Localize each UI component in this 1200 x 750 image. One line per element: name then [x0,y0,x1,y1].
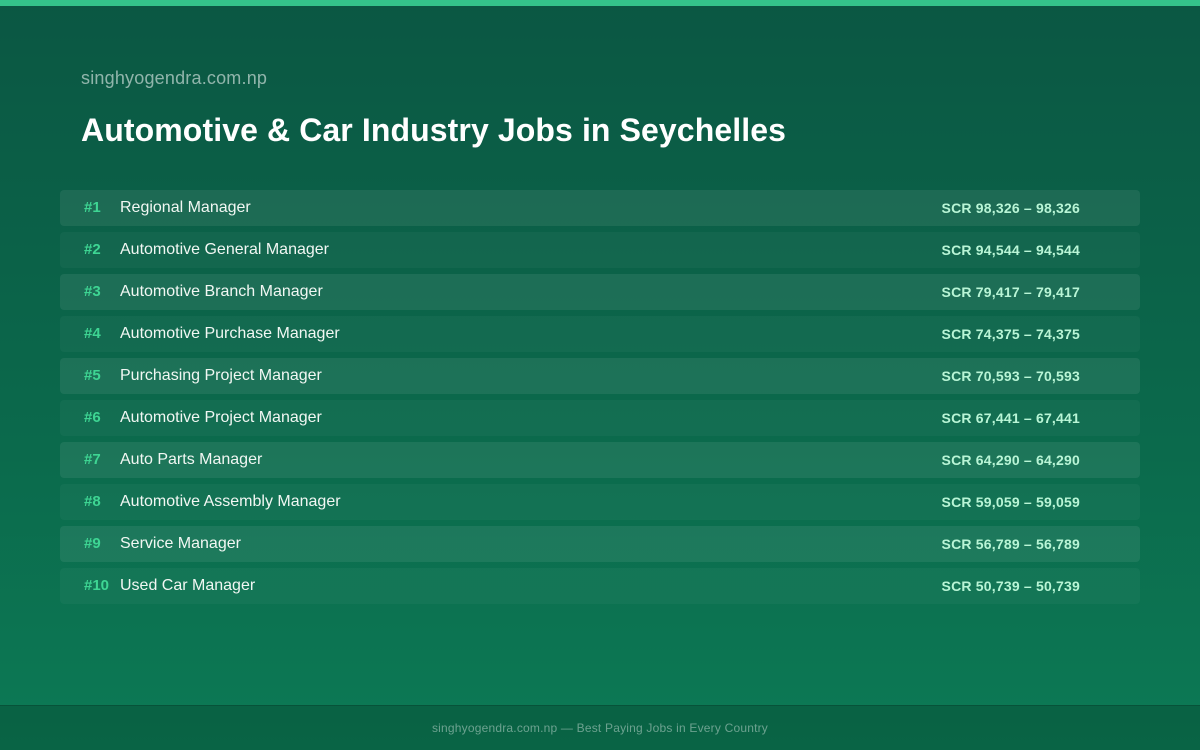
salary-range: SCR 74,375 – 74,375 [941,326,1080,342]
jobs-list: #1 Regional Manager SCR 98,326 – 98,326 … [60,190,1140,610]
rank-label: #7 [84,451,101,468]
salary-range: SCR 79,417 – 79,417 [941,284,1080,300]
list-item: #2 Automotive General Manager SCR 94,544… [60,232,1140,268]
salary-range: SCR 64,290 – 64,290 [941,452,1080,468]
site-label: singhyogendra.com.np [81,68,268,88]
footer-text: singhyogendra.com.np — Best Paying Jobs … [431,721,769,735]
job-title: Automotive Purchase Manager [120,325,340,342]
rank-label: #9 [84,535,101,552]
salary-range: SCR 67,441 – 67,441 [941,410,1080,426]
job-title: Service Manager [120,535,241,552]
job-title: Regional Manager [120,199,251,216]
footer: singhyogendra.com.np — Best Paying Jobs … [0,705,1200,750]
salary-range: SCR 98,326 – 98,326 [941,200,1080,216]
rank-label: #10 [84,577,110,594]
rank-label: #4 [84,325,101,342]
list-item: #3 Automotive Branch Manager SCR 79,417 … [60,274,1140,310]
job-title: Purchasing Project Manager [120,367,322,384]
list-item: #9 Service Manager SCR 56,789 – 56,789 [60,526,1140,562]
salary-range: SCR 94,544 – 94,544 [941,242,1080,258]
job-title: Automotive General Manager [120,241,329,258]
top-accent-bar [0,0,1200,6]
job-title: Automotive Project Manager [120,409,322,426]
list-item: #6 Automotive Project Manager SCR 67,441… [60,400,1140,436]
salary-range: SCR 70,593 – 70,593 [941,368,1080,384]
job-title: Automotive Assembly Manager [120,493,341,510]
job-title: Auto Parts Manager [120,451,263,468]
rank-label: #3 [84,283,101,300]
job-title: Automotive Branch Manager [120,283,323,300]
page-title: Automotive & Car Industry Jobs in Seyche… [81,112,787,148]
rank-label: #2 [84,241,101,258]
list-item: #8 Automotive Assembly Manager SCR 59,05… [60,484,1140,520]
rank-label: #1 [84,199,101,216]
salary-range: SCR 50,739 – 50,739 [941,578,1080,594]
list-item: #7 Auto Parts Manager SCR 64,290 – 64,29… [60,442,1140,478]
salary-range: SCR 56,789 – 56,789 [941,536,1080,552]
list-item: #5 Purchasing Project Manager SCR 70,593… [60,358,1140,394]
rank-label: #5 [84,367,101,384]
job-title: Used Car Manager [120,577,256,594]
list-item: #4 Automotive Purchase Manager SCR 74,37… [60,316,1140,352]
list-item: #1 Regional Manager SCR 98,326 – 98,326 [60,190,1140,226]
salary-range: SCR 59,059 – 59,059 [941,494,1080,510]
rank-label: #8 [84,493,101,510]
list-item: #10 Used Car Manager SCR 50,739 – 50,739 [60,568,1140,604]
rank-label: #6 [84,409,101,426]
